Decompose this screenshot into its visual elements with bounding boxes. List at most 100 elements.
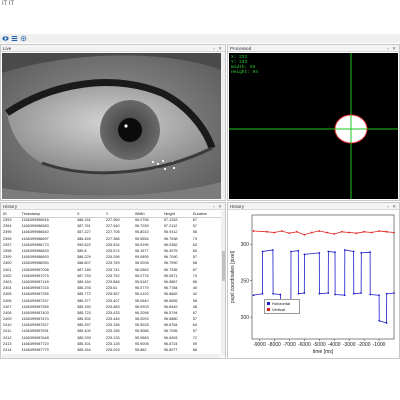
scrollbar-thumb[interactable] [221,251,225,281]
data-point-horizontal [378,319,381,322]
data-point-vertical [370,231,373,234]
data-point-horizontal [261,250,264,253]
data-point-horizontal [297,249,300,252]
pane-title: History [3,204,18,209]
data-point-horizontal [318,252,321,254]
data-point-vertical [318,230,321,232]
x-tick-label: -1000 [373,342,386,348]
data-point-horizontal [369,293,372,296]
x-tick-label: -6000 [298,342,311,348]
data-point-vertical [310,231,313,234]
data-point-horizontal [352,250,355,253]
data-point-horizontal [343,249,346,251]
x-tick-label: -2000 [358,342,371,348]
legend-item-vertical: Vertical [267,307,285,312]
x-tick-label: -5000 [313,342,326,348]
legend-label: Horizontal [272,301,291,306]
legend-label: Vertical [272,307,286,312]
data-point-vertical [363,230,366,233]
list-icon[interactable] [11,35,18,42]
pane-title: Live [3,46,12,51]
pane-header: History ▫ ✕ [228,203,399,210]
x-tick-label: -9000 [253,342,266,348]
pane-header: Processed ▫ ✕ [228,45,399,52]
toolbar [0,34,400,43]
history-table: ID Timestamp X Y Width Height Duration 2393 116… [2,211,222,359]
title-bar: IT IT [0,0,400,12]
data-point-horizontal [334,251,336,254]
data-point-horizontal [297,292,300,295]
data-point-vertical [252,230,255,232]
x-axis-label: time [ms] [313,349,334,355]
history-plot-pane: History ▫ ✕ -9000 -8000 -7000 -6000 -5000 -40… [227,202,400,359]
live-camera-pane: Live ▫ ✕ [0,44,226,201]
vertical-scrollbar[interactable] [221,53,225,199]
data-point-vertical [385,230,388,233]
data-point-vertical [295,230,298,233]
data-point-vertical [273,231,276,234]
data-point-vertical [355,232,358,235]
processed-pane: Processed ▫ ✕ X: 232 Y: 233 Width: 93 He… [227,44,400,201]
eye-camera-image [2,53,224,199]
horizontal-scrollbar[interactable] [2,354,220,358]
data-point-vertical [393,231,395,234]
legend-item-horizontal: Horizontal [267,301,290,306]
pane-window-buttons[interactable]: ▫ ✕ [387,46,397,51]
data-point-vertical [303,233,306,236]
x-tick-label: -8000 [268,342,281,348]
chart-legend: Horizontal Vertical [264,299,300,314]
data-point-horizontal [303,253,306,256]
data-point-horizontal [393,292,395,294]
vertical-scrollbar[interactable] [221,211,225,357]
data-point-vertical [288,232,291,235]
y-tick-label: 300 [241,242,250,248]
legend-swatch [267,302,270,306]
eye-icon[interactable] [2,35,9,42]
data-point-vertical [348,231,351,234]
data-point-horizontal [318,292,321,295]
processed-image: X: 232 Y: 233 Width: 93 Height: 94 [229,53,398,199]
pane-title: Processed [230,46,252,51]
data-point-horizontal [272,292,274,295]
pupil-history-chart: -9000 -8000 -7000 -6000 -5000 -4000 -3000 -2000… [228,211,398,357]
data-point-vertical [266,230,268,233]
history-table-pane: History ▫ ✕ ID Timestamp X Y Width Height Dura… [0,202,226,359]
data-point-horizontal [385,292,388,295]
pane-window-buttons[interactable]: ▫ ✕ [213,204,223,209]
legend-swatch [267,308,270,312]
data-point-horizontal [360,292,363,294]
data-point-vertical [340,230,343,233]
data-point-horizontal [334,293,337,296]
data-point-horizontal [327,292,330,294]
data-point-horizontal [352,292,355,295]
x-tick-label: -3000 [343,342,356,348]
data-point-horizontal [327,250,330,253]
data-point-horizontal [252,294,255,297]
pane-header: History ▫ ✕ [1,203,225,210]
y-tick-label: 250 [241,278,250,284]
data-point-horizontal [279,293,282,296]
data-point-horizontal [343,294,346,297]
data-point-vertical [378,230,380,232]
window-title: IT IT [2,1,15,7]
pane-header: Live ▫ ✕ [1,45,225,52]
data-point-vertical [325,231,328,234]
data-point-horizontal [360,252,363,254]
pane-window-buttons[interactable]: ▫ ✕ [213,46,223,51]
data-point-vertical [280,230,283,232]
data-point-horizontal [385,322,388,324]
data-point-horizontal [290,250,292,253]
pane-window-buttons[interactable]: ▫ ✕ [387,204,397,209]
y-axis-label: pupil coordinates [pixel] [230,250,236,303]
x-tick-label: -4000 [328,342,341,348]
data-point-horizontal [378,294,380,297]
data-point-horizontal [261,292,264,295]
y-tick-label: 200 [241,315,250,321]
data-point-horizontal [303,292,306,294]
x-tick-label: -7000 [283,342,296,348]
pane-title: History [230,204,245,209]
data-point-horizontal [272,249,274,251]
data-point-horizontal [369,251,371,254]
data-point-vertical [333,233,336,235]
gear-icon[interactable] [20,35,27,42]
